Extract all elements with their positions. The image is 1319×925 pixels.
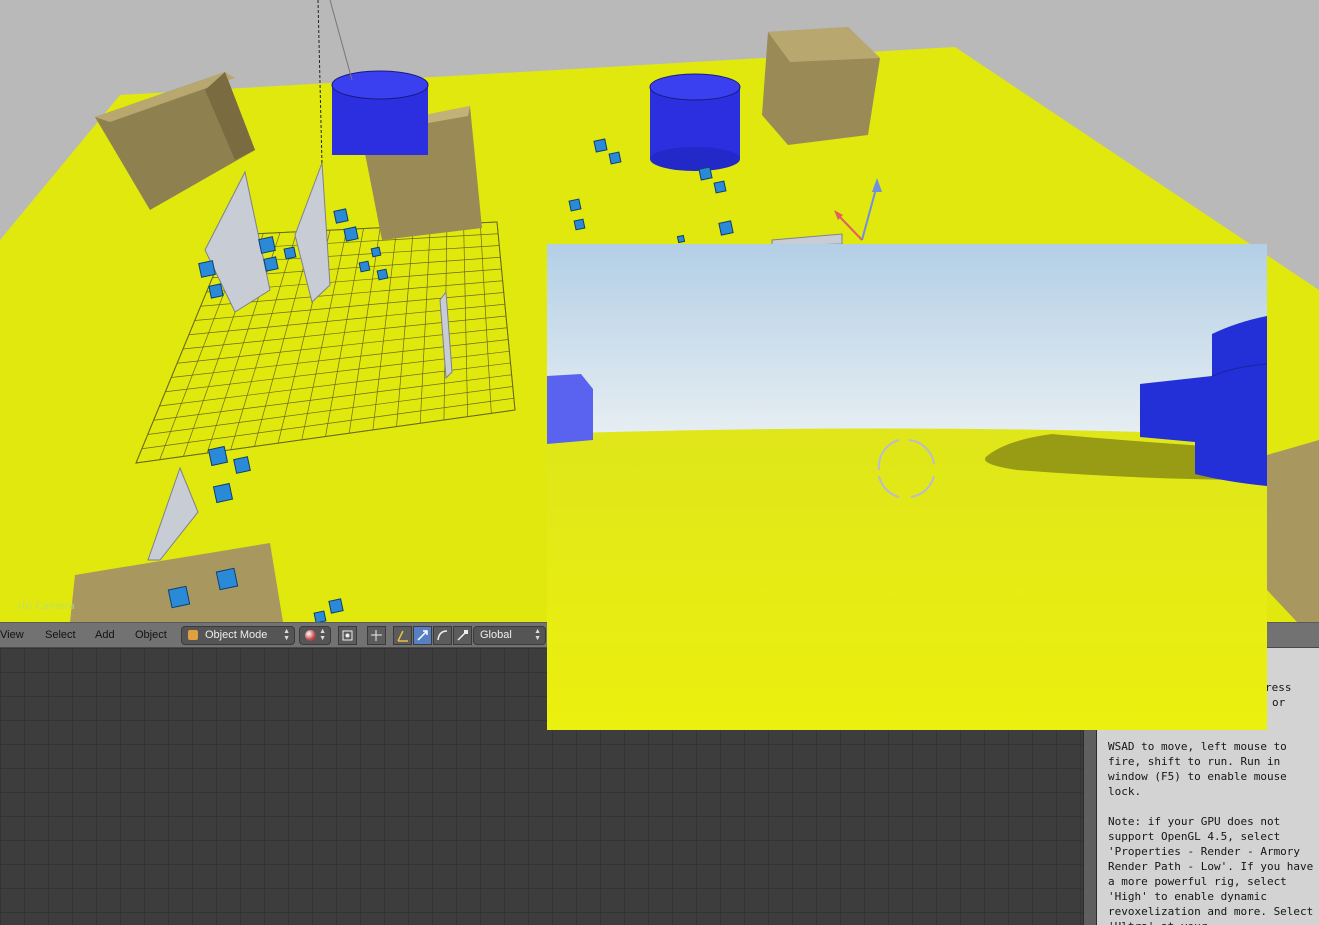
scale-manipulator-button[interactable] [453, 626, 472, 645]
game-player-window[interactable] [547, 244, 1267, 730]
pivot-point-button[interactable] [338, 626, 357, 645]
menu-add[interactable]: Add [95, 629, 115, 641]
updown-arrows-icon: ▲ ▼ [534, 628, 541, 642]
axis-icon [397, 630, 408, 642]
rotate-manipulator-button[interactable] [433, 626, 452, 645]
small-cube [198, 260, 216, 278]
readme-text: WSAD to move, left mouse to fire, shift … [1108, 740, 1314, 925]
menu-select[interactable]: Select [45, 629, 76, 641]
grab-manipulator-button[interactable] [413, 626, 432, 645]
crate-3 [762, 27, 880, 145]
translate-manipulator-button[interactable] [393, 626, 412, 645]
game-render [547, 244, 1267, 730]
small-cube [608, 151, 622, 165]
orientation-label: Global [480, 629, 512, 641]
text-fragment-top: ress or [1265, 680, 1292, 710]
pivot-icon [342, 630, 353, 641]
small-cube [343, 226, 359, 242]
small-cube [258, 236, 276, 254]
small-cube [358, 260, 371, 273]
small-cube [263, 256, 279, 272]
updown-arrows-icon: ▲ ▼ [283, 628, 290, 642]
menu-object[interactable]: Object [135, 629, 167, 641]
shading-dropdown[interactable]: ▲ ▼ [299, 626, 331, 645]
arrow-icon [417, 630, 428, 641]
small-cube [328, 598, 344, 614]
small-cube [676, 234, 686, 244]
updown-arrows-icon: ▲ ▼ [319, 628, 326, 642]
mode-label: Object Mode [205, 629, 268, 641]
mode-dropdown[interactable]: Object Mode ▲ ▼ [181, 626, 295, 645]
text-fragment-line-1: ress [1265, 681, 1292, 694]
rotate-icon [437, 630, 448, 641]
small-cube [313, 610, 327, 622]
small-cube [208, 283, 224, 299]
crate-edge [1267, 440, 1319, 622]
menu-view[interactable]: View [0, 629, 24, 641]
text-fragment-line-2: or [1272, 696, 1286, 709]
small-cube [283, 246, 297, 260]
small-cube [212, 482, 234, 504]
small-cube [698, 166, 713, 181]
small-cube [376, 268, 389, 281]
cube-icon [188, 630, 198, 640]
scale-icon [457, 630, 468, 641]
small-cube [370, 246, 382, 258]
cylinder-2 [649, 73, 741, 171]
arrows-icon [371, 630, 382, 641]
orientation-dropdown[interactable]: Global ▲ ▼ [473, 626, 546, 645]
small-cube [573, 218, 586, 231]
small-cube [215, 567, 239, 591]
small-cube [207, 445, 229, 467]
small-cube [167, 585, 191, 609]
small-cube [333, 208, 349, 224]
small-cube [718, 220, 734, 236]
shading-sphere-icon [305, 630, 316, 641]
small-cube [568, 198, 582, 212]
manipulator-toggle[interactable] [367, 626, 386, 645]
left-cylinder [547, 374, 593, 444]
small-cube [713, 180, 727, 194]
cylinder-1 [331, 70, 429, 155]
small-cube [593, 138, 608, 153]
small-cube [233, 456, 251, 474]
camera-label: (0) Camera [18, 601, 75, 612]
